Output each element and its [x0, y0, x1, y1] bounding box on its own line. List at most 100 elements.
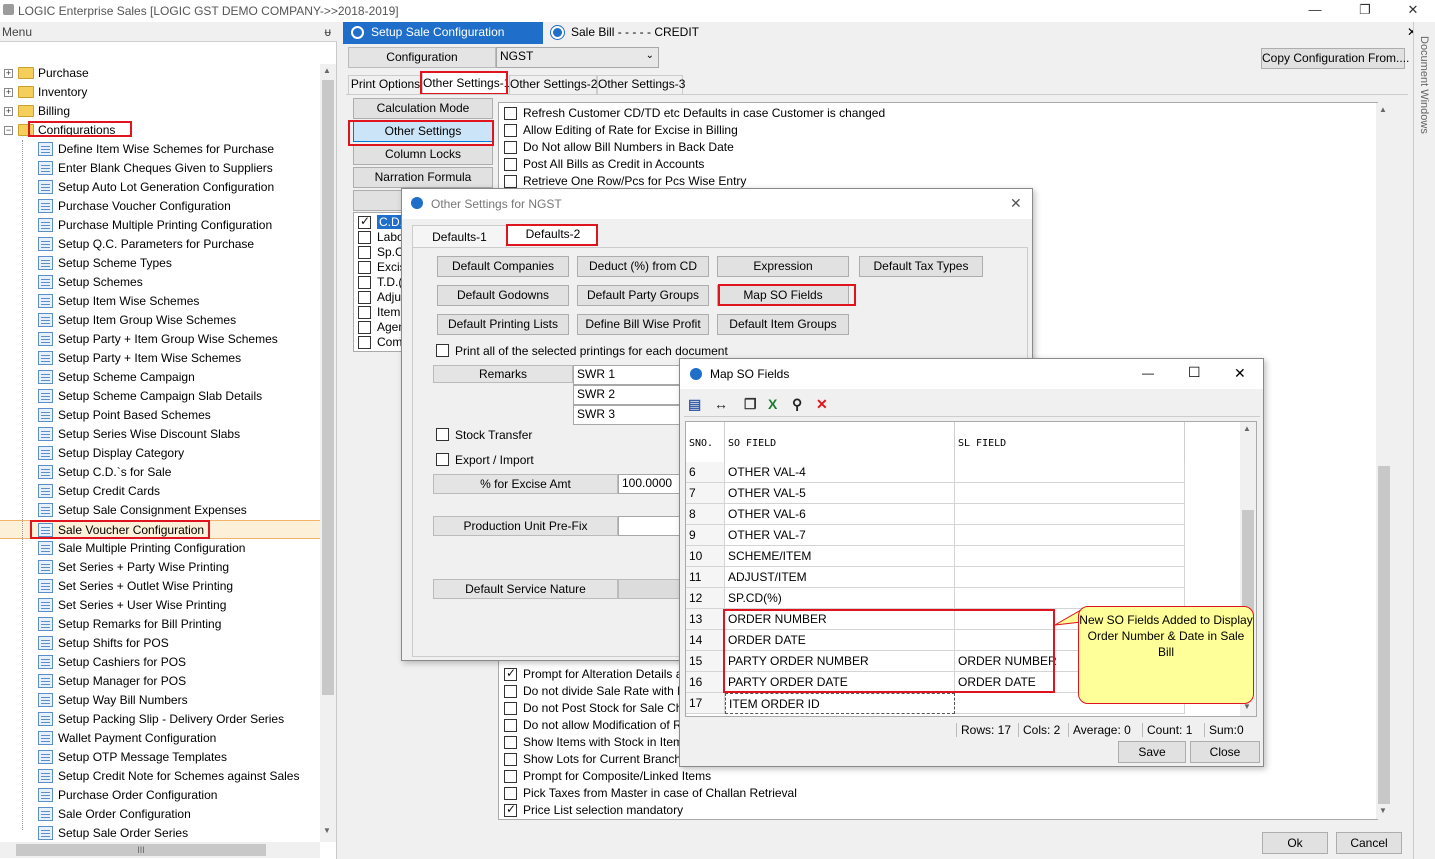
expand-icon[interactable]: +: [4, 107, 13, 116]
menu-item[interactable]: Setup Party + Item Group Wise Schemes: [0, 330, 320, 349]
collapse-icon[interactable]: −: [4, 126, 13, 135]
menu-item[interactable]: Setup Schemes: [0, 273, 320, 292]
menu-item[interactable]: Setup Remarks for Bill Printing: [0, 615, 320, 634]
checkbox[interactable]: [358, 261, 371, 274]
menu-item[interactable]: Setup Auto Lot Generation Configuration: [0, 178, 320, 197]
option-row[interactable]: Do Not allow Bill Numbers in Back Date: [504, 139, 1364, 156]
tab-other-settings-3[interactable]: Other Settings-3: [597, 75, 685, 94]
scroll-up-icon[interactable]: ▲: [323, 66, 331, 75]
maximize-button[interactable]: ☐: [1188, 364, 1201, 381]
checkbox[interactable]: [504, 719, 517, 732]
menu-item[interactable]: Setup Credit Note for Schemes against Sa…: [0, 767, 320, 786]
menu-item[interactable]: Setup Party + Item Wise Schemes: [0, 349, 320, 368]
print-all-checkbox[interactable]: [436, 344, 449, 357]
checkbox[interactable]: [504, 175, 517, 188]
tab-print-options[interactable]: Print Options: [348, 75, 423, 94]
tab-defaults-1[interactable]: Defaults-1: [412, 225, 507, 248]
remark-3-field[interactable]: SWR 3: [573, 405, 683, 425]
ok-button[interactable]: Ok: [1262, 832, 1328, 854]
excel-icon[interactable]: X: [768, 396, 777, 412]
tab-other-settings-2[interactable]: Other Settings-2: [509, 75, 597, 94]
table-row[interactable]: 6 OTHER VAL-4: [686, 462, 1185, 483]
table-row[interactable]: 8 OTHER VAL-6: [686, 504, 1185, 525]
save-button[interactable]: Save: [1118, 741, 1186, 763]
scroll-up-icon[interactable]: ▲: [1379, 105, 1387, 114]
checkbox[interactable]: [504, 685, 517, 698]
tab-sale-bill[interactable]: Sale Bill - - - - - CREDIT: [543, 22, 743, 44]
menu-item[interactable]: Wallet Payment Configuration: [0, 729, 320, 748]
btn-define-bill-wise-profit[interactable]: Define Bill Wise Profit: [577, 314, 709, 335]
checkbox[interactable]: [504, 158, 517, 171]
column-width-icon[interactable]: ↔: [714, 396, 728, 412]
menu-item[interactable]: Setup C.D.`s for Sale: [0, 463, 320, 482]
checkbox[interactable]: [358, 231, 371, 244]
btn-default-printing-lists[interactable]: Default Printing Lists: [437, 314, 569, 335]
document-windows-panel[interactable]: Document Windows: [1413, 22, 1435, 859]
menu-item[interactable]: Set Series + User Wise Printing: [0, 596, 320, 615]
menu-item[interactable]: Setup Series Wise Discount Slabs: [0, 425, 320, 444]
side-button-calculation-mode[interactable]: Calculation Mode: [353, 98, 493, 119]
close-icon[interactable]: ✕: [1234, 365, 1246, 382]
menu-item[interactable]: Define Item Wise Schemes for Purchase: [0, 140, 320, 159]
configuration-select[interactable]: NGST ⌄: [496, 47, 659, 68]
option-row[interactable]: Price List selection mandatory: [504, 802, 1364, 819]
copy-configuration-button[interactable]: Copy Configuration From....: [1261, 48, 1409, 69]
btn-expression[interactable]: Expression: [717, 256, 849, 277]
checkbox[interactable]: [504, 770, 517, 783]
copy-icon[interactable]: ❐: [744, 396, 757, 413]
menu-item[interactable]: Setup Packing Slip - Delivery Order Seri…: [0, 710, 320, 729]
expand-icon[interactable]: +: [4, 69, 13, 78]
cell-sl-field[interactable]: [955, 462, 1185, 483]
save-layout-icon[interactable]: ▤: [688, 396, 701, 413]
checkbox[interactable]: [358, 276, 371, 289]
cell-so-field[interactable]: SP.CD(%): [725, 588, 955, 609]
checkbox[interactable]: [504, 141, 517, 154]
menu-item[interactable]: Setup Display Category: [0, 444, 320, 463]
menu-item[interactable]: Setup Item Wise Schemes: [0, 292, 320, 311]
production-unit-field[interactable]: [618, 516, 683, 536]
remark-2-field[interactable]: SWR 2: [573, 385, 683, 405]
cell-sl-field[interactable]: [955, 504, 1185, 525]
btn-default-item-groups[interactable]: Default Item Groups: [717, 314, 849, 335]
cell-sl-field[interactable]: [955, 525, 1185, 546]
menu-item[interactable]: Setup Shifts for POS: [0, 634, 320, 653]
checkbox[interactable]: [504, 802, 517, 817]
checkbox[interactable]: [358, 246, 371, 259]
menu-item[interactable]: Setup Sale Consignment Expenses: [0, 501, 320, 520]
pin-icon[interactable]: ᵾ: [324, 25, 331, 39]
cell-sl-field[interactable]: [955, 567, 1185, 588]
cell-so-field[interactable]: OTHER VAL-6: [725, 504, 955, 525]
menu-item[interactable]: Setup Way Bill Numbers: [0, 691, 320, 710]
menu-item[interactable]: Setup Sale Order Series: [0, 824, 320, 843]
menu-item[interactable]: Purchase Multiple Printing Configuration: [0, 216, 320, 235]
btn-default-godowns[interactable]: Default Godowns: [437, 285, 569, 306]
btn-default-companies[interactable]: Default Companies: [437, 256, 569, 277]
btn-deduct-from-cd[interactable]: Deduct (%) from CD: [577, 256, 709, 277]
checkbox[interactable]: [504, 736, 517, 749]
checkbox[interactable]: [358, 306, 371, 319]
menu-item[interactable]: Set Series + Outlet Wise Printing: [0, 577, 320, 596]
table-row[interactable]: 7 OTHER VAL-5: [686, 483, 1185, 504]
maximize-button[interactable]: ❐: [1350, 2, 1380, 20]
menu-item[interactable]: Purchase Order Configuration: [0, 786, 320, 805]
service-nature-field[interactable]: [618, 579, 683, 599]
menu-item[interactable]: Purchase Voucher Configuration: [0, 197, 320, 216]
menu-item[interactable]: Setup OTP Message Templates: [0, 748, 320, 767]
menu-vertical-scrollbar[interactable]: ▲ ▼: [320, 64, 336, 842]
minimize-button[interactable]: —: [1300, 2, 1330, 20]
option-row[interactable]: Allow Editing of Rate for Excise in Bill…: [504, 122, 1364, 139]
scroll-down-icon[interactable]: ▼: [1379, 806, 1387, 815]
table-row[interactable]: 10 SCHEME/ITEM: [686, 546, 1185, 567]
menu-item[interactable]: Setup Scheme Types: [0, 254, 320, 273]
table-row[interactable]: 11 ADJUST/ITEM: [686, 567, 1185, 588]
cell-so-field[interactable]: ADJUST/ITEM: [725, 567, 955, 588]
remark-1-field[interactable]: SWR 1: [573, 365, 683, 385]
menu-item[interactable]: Sale Order Configuration: [0, 805, 320, 824]
checkbox[interactable]: [504, 787, 517, 800]
checkbox[interactable]: [504, 702, 517, 715]
tab-setup-sale-configuration[interactable]: Setup Sale Configuration: [343, 22, 543, 44]
checkbox[interactable]: [358, 291, 371, 304]
menu-item[interactable]: Setup Point Based Schemes: [0, 406, 320, 425]
checkbox[interactable]: [358, 214, 371, 229]
checkbox[interactable]: [358, 336, 371, 349]
